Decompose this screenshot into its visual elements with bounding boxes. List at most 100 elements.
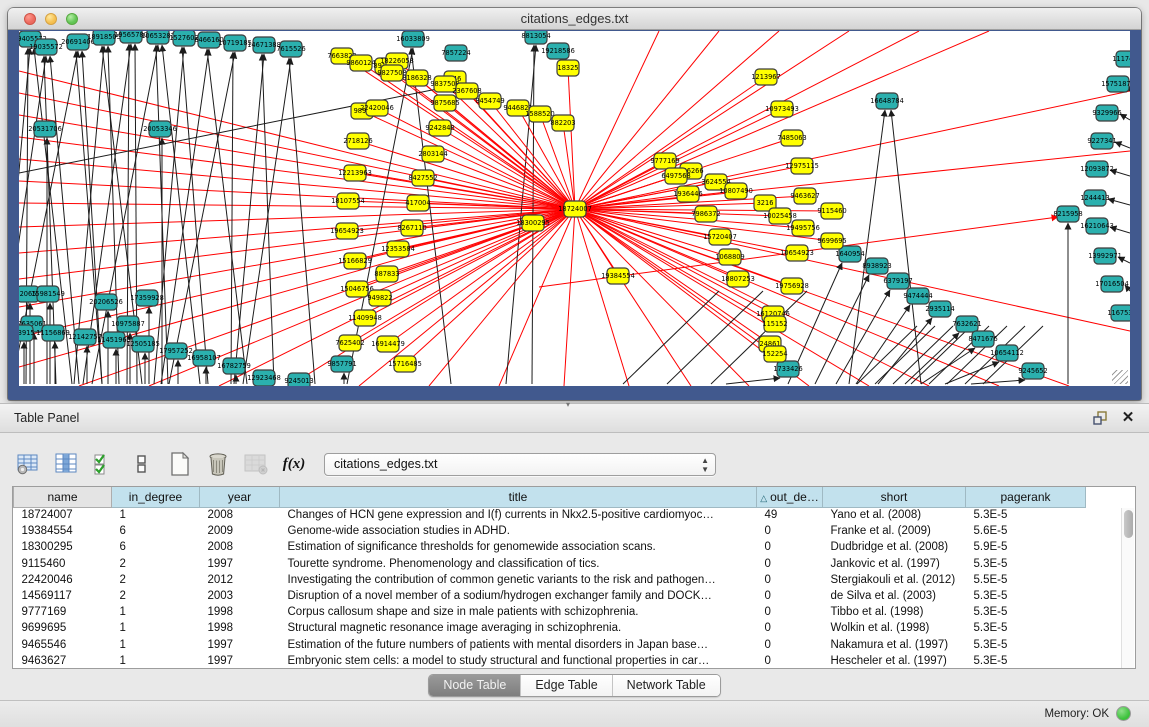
- table-cell[interactable]: 0: [757, 620, 823, 636]
- citation-edge-red[interactable]: [575, 31, 989, 209]
- table-cell[interactable]: 2008: [200, 539, 280, 555]
- table-cell[interactable]: Embryonic stem cells: a model to study s…: [280, 653, 757, 669]
- window-resize-grip[interactable]: [1112, 370, 1128, 384]
- row-options-icon[interactable]: [128, 450, 156, 478]
- citation-edge-black[interactable]: [127, 44, 129, 384]
- column-header-out_de[interactable]: △out_de…: [757, 487, 823, 507]
- table-cell[interactable]: Genome-wide association studies in ADHD.: [280, 523, 757, 539]
- table-cell[interactable]: de Silva et al. (2003): [823, 588, 966, 604]
- table-cell[interactable]: 1997: [200, 637, 280, 653]
- table-cell[interactable]: 5.3E-5: [966, 556, 1086, 572]
- citation-edge-red[interactable]: [575, 31, 719, 209]
- delete-table-icon[interactable]: [242, 450, 270, 478]
- table-cell[interactable]: Jankovic et al. (1997): [823, 556, 966, 572]
- table-cell[interactable]: 0: [757, 588, 823, 604]
- table-cell[interactable]: 5.3E-5: [966, 620, 1086, 636]
- table-row[interactable]: 1872400712008Changes of HCN gene express…: [14, 507, 1086, 523]
- citation-edge-red[interactable]: [19, 137, 575, 209]
- table-cell[interactable]: 0: [757, 604, 823, 620]
- table-cell[interactable]: 2012: [200, 572, 280, 588]
- table-row[interactable]: 946362711997Embryonic stem cells: a mode…: [14, 653, 1086, 669]
- citation-edge-red[interactable]: [405, 209, 575, 364]
- table-cell[interactable]: Nakamura et al. (1997): [823, 637, 966, 653]
- citation-edge-red[interactable]: [19, 209, 575, 307]
- select-rows-icon[interactable]: [90, 450, 118, 478]
- citation-edge-red[interactable]: [575, 31, 919, 209]
- table-row[interactable]: 969969511998Structural magnetic resonanc…: [14, 620, 1086, 636]
- table-cell[interactable]: Wolkin et al. (1998): [823, 620, 966, 636]
- table-cell[interactable]: Estimation of the future numbers of pati…: [280, 637, 757, 653]
- table-cell[interactable]: 9463627: [14, 653, 112, 669]
- tab-edge-table[interactable]: Edge Table: [520, 675, 611, 696]
- table-cell[interactable]: Dudbridge et al. (2008): [823, 539, 966, 555]
- table-cell[interactable]: 5.3E-5: [966, 637, 1086, 653]
- column-chooser-icon[interactable]: [52, 450, 80, 478]
- table-cell[interactable]: 1998: [200, 604, 280, 620]
- table-cell[interactable]: 2008: [200, 507, 280, 523]
- citation-edge-black[interactable]: [667, 291, 763, 384]
- table-cell[interactable]: 1997: [200, 653, 280, 669]
- table-cell[interactable]: Tibbo et al. (1998): [823, 604, 966, 620]
- window-titlebar[interactable]: citations_edges.txt: [8, 8, 1141, 30]
- column-header-name[interactable]: name: [14, 487, 112, 507]
- citation-edge-red[interactable]: [568, 68, 575, 209]
- table-cell[interactable]: 14569117: [14, 588, 112, 604]
- float-panel-icon[interactable]: [1091, 409, 1109, 427]
- table-cell[interactable]: 18724007: [14, 507, 112, 523]
- close-panel-icon[interactable]: ✕: [1119, 409, 1137, 427]
- column-header-short[interactable]: short: [823, 487, 966, 507]
- table-row[interactable]: 946554611997Estimation of the future num…: [14, 637, 1086, 653]
- table-cell[interactable]: 5.6E-5: [966, 523, 1086, 539]
- citation-edge-red[interactable]: [575, 209, 929, 386]
- table-row[interactable]: 911546021997Tourette syndrome. Phenomeno…: [14, 556, 1086, 572]
- citation-edge-red[interactable]: [362, 111, 575, 209]
- citation-edge-red[interactable]: [575, 209, 773, 314]
- table-cell[interactable]: 0: [757, 572, 823, 588]
- table-row[interactable]: 1456911722003Disruption of a novel membe…: [14, 588, 1086, 604]
- table-cell[interactable]: 2009: [200, 523, 280, 539]
- table-cell[interactable]: 1998: [200, 620, 280, 636]
- citation-edge-red[interactable]: [440, 128, 575, 209]
- table-row[interactable]: 1830029562008Estimation of significance …: [14, 539, 1086, 555]
- table-row[interactable]: 1938455462009Genome-wide association stu…: [14, 523, 1086, 539]
- table-cell[interactable]: 1997: [200, 556, 280, 572]
- column-header-in_degree[interactable]: in_degree: [112, 487, 200, 507]
- function-builder-icon[interactable]: f(x): [280, 450, 308, 478]
- tab-network-table[interactable]: Network Table: [612, 675, 720, 696]
- citation-edge-black[interactable]: [207, 49, 247, 384]
- table-cell[interactable]: 2: [112, 556, 200, 572]
- memory-status[interactable]: Memory: OK: [1044, 706, 1131, 721]
- citation-edge-black[interactable]: [243, 58, 291, 384]
- table-cell[interactable]: Structural magnetic resonance image aver…: [280, 620, 757, 636]
- network-canvas[interactable]: 1940557219035572206914061891850519565780…: [19, 31, 1130, 386]
- table-cell[interactable]: Franke et al. (2009): [823, 523, 966, 539]
- citation-edge-black[interactable]: [1108, 199, 1130, 205]
- table-row[interactable]: 977716911998Corpus callosum shape and si…: [14, 604, 1086, 620]
- citation-edge-red[interactable]: [564, 209, 575, 386]
- table-cell[interactable]: 0: [757, 653, 823, 669]
- citation-edge-red[interactable]: [19, 209, 575, 227]
- column-header-year[interactable]: year: [200, 487, 280, 507]
- table-cell[interactable]: Yano et al. (2008): [823, 507, 966, 523]
- table-cell[interactable]: 1: [112, 507, 200, 523]
- table-row[interactable]: 2242004622012Investigating the contribut…: [14, 572, 1086, 588]
- column-header-title[interactable]: title: [280, 487, 757, 507]
- table-settings-icon[interactable]: [14, 450, 42, 478]
- table-cell[interactable]: 9115460: [14, 556, 112, 572]
- table-scrollbar-thumb[interactable]: [1124, 510, 1133, 538]
- table-cell[interactable]: 0: [757, 556, 823, 572]
- table-cell[interactable]: 5.9E-5: [966, 539, 1086, 555]
- table-cell[interactable]: 0: [757, 523, 823, 539]
- table-cell[interactable]: 49: [757, 507, 823, 523]
- citation-edge-black[interactable]: [945, 362, 999, 384]
- table-cell[interactable]: 6: [112, 539, 200, 555]
- citation-edge-red[interactable]: [575, 209, 618, 276]
- table-cell[interactable]: Disruption of a novel member of a sodium…: [280, 588, 757, 604]
- table-cell[interactable]: 2: [112, 588, 200, 604]
- table-cell[interactable]: 5.3E-5: [966, 653, 1086, 669]
- table-cell[interactable]: 5.3E-5: [966, 604, 1086, 620]
- splitter-handle[interactable]: ▾: [563, 402, 573, 407]
- table-cell[interactable]: 2: [112, 572, 200, 588]
- citation-edge-black[interactable]: [92, 45, 158, 384]
- table-cell[interactable]: 0: [757, 637, 823, 653]
